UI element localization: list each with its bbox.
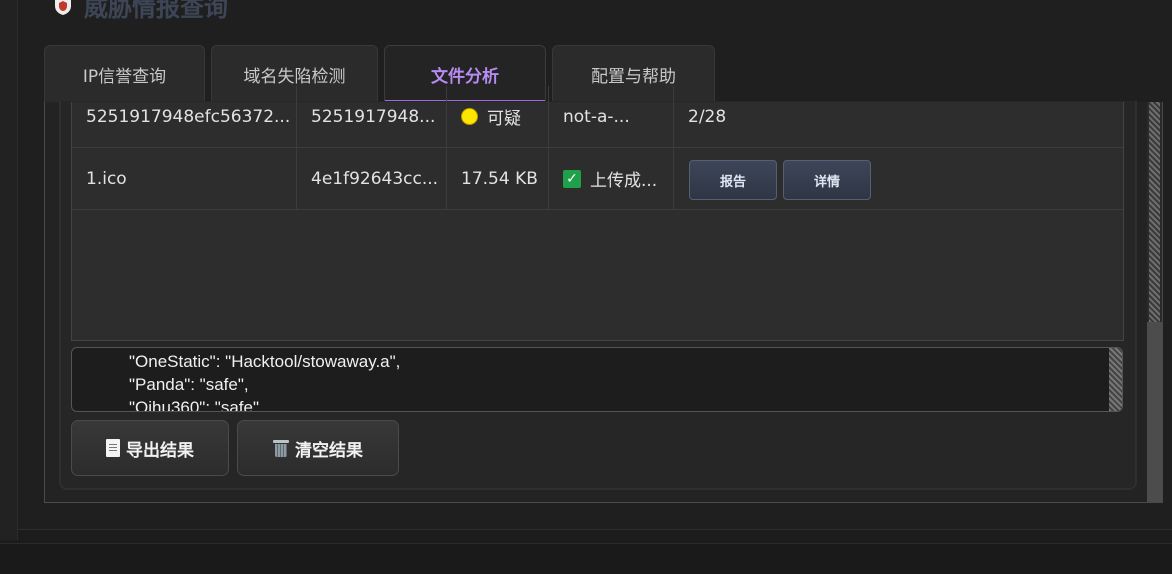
- actions-cell: 报告 详情: [674, 148, 1123, 209]
- page-scrollbar[interactable]: [1147, 102, 1162, 502]
- file-name-cell: 1.ico: [72, 148, 297, 209]
- upload-status-cell: ✓ 上传成...: [549, 148, 674, 209]
- table-row[interactable]: 5251917948efc56372... 5251917948... 可疑 n…: [72, 86, 1123, 148]
- status-cell: 可疑: [447, 86, 549, 147]
- hash-cell: 4e1f92643cc...: [297, 148, 447, 209]
- table-row[interactable]: 1.ico 4e1f92643cc... 17.54 KB ✓ 上传成... 报…: [72, 148, 1123, 210]
- json-output-box[interactable]: "OneStatic": "Hacktool/stowaway.a", "Pan…: [71, 347, 1123, 412]
- json-line: "OneStatic": "Hacktool/stowaway.a",: [129, 352, 401, 371]
- left-edge: [0, 0, 18, 540]
- detail-button[interactable]: 详情: [783, 160, 871, 200]
- export-results-button[interactable]: 导出结果: [71, 420, 229, 476]
- app-title-text: 威胁情报查询: [84, 0, 228, 22]
- detect-ratio-cell: 2/28: [688, 106, 727, 127]
- app-title: 威胁情报查询: [52, 0, 228, 23]
- file-analysis-panel: 5251917948efc56372... 5251917948... 可疑 n…: [44, 86, 1163, 503]
- upload-status-text: 上传成...: [590, 171, 658, 191]
- app-window: 威胁情报查询 IP信誉查询 域名失陷检测 文件分析 配置与帮助 52519179…: [0, 0, 1172, 574]
- suspicious-dot-icon: [461, 108, 478, 125]
- json-scrollbar[interactable]: [1109, 348, 1122, 411]
- status-strip: [0, 543, 1172, 574]
- report-button[interactable]: 报告: [689, 160, 777, 200]
- size-cell: 17.54 KB: [447, 148, 549, 209]
- document-icon: [106, 439, 120, 457]
- scrollbar-track[interactable]: [1149, 102, 1160, 322]
- clear-label: 清空结果: [295, 440, 363, 461]
- detect-type-cell: not-a-...: [549, 86, 674, 147]
- status-text: 可疑: [487, 109, 521, 129]
- file-name-cell: 5251917948efc56372...: [72, 86, 297, 147]
- export-label: 导出结果: [126, 440, 194, 461]
- shield-icon: [55, 0, 71, 15]
- scrollbar-thumb[interactable]: [1147, 322, 1162, 502]
- json-line: "Qihu360": "safe",: [129, 398, 264, 412]
- trash-icon: [273, 439, 289, 457]
- json-line: "Panda": "safe",: [129, 375, 249, 394]
- hash-cell: 5251917948...: [297, 86, 447, 147]
- clear-results-button[interactable]: 清空结果: [237, 420, 399, 476]
- results-table[interactable]: 5251917948efc56372... 5251917948... 可疑 n…: [71, 86, 1124, 341]
- check-icon: ✓: [563, 169, 581, 188]
